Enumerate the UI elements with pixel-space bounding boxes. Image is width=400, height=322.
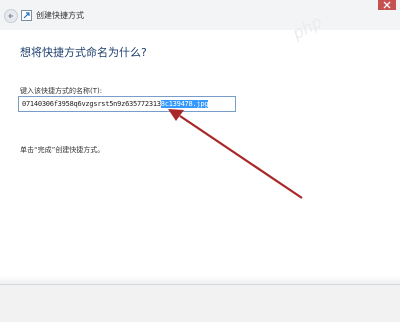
finish-hint: 单击“完成”创建快捷方式。 xyxy=(20,146,105,154)
name-field-label: 键入该快捷方式的名称(T): xyxy=(20,87,103,95)
dialog-heading: 想将快捷方式命名为什么? xyxy=(20,46,147,59)
title-bar: 创建快捷方式 xyxy=(0,0,400,30)
shortcut-name-input[interactable]: 07140306f3958q6vzgsrst5n9z6357723138c139… xyxy=(18,96,236,112)
name-value-selected: 8c139478.jpg xyxy=(160,100,209,108)
window-title: 创建快捷方式 xyxy=(36,11,84,20)
dialog-footer xyxy=(0,284,400,322)
close-button[interactable] xyxy=(378,0,396,10)
close-icon xyxy=(383,1,391,9)
footer-divider xyxy=(0,276,400,284)
shortcut-icon xyxy=(21,10,32,21)
create-shortcut-window: 创建快捷方式 php 想将快捷方式命名为什么? 键入该快捷方式的名称(T): 0… xyxy=(0,0,400,322)
name-value-unselected: 07140306f3958q6vzgsrst5n9z635772313 xyxy=(22,100,161,108)
back-button[interactable] xyxy=(4,9,18,23)
back-arrow-icon xyxy=(8,13,13,19)
